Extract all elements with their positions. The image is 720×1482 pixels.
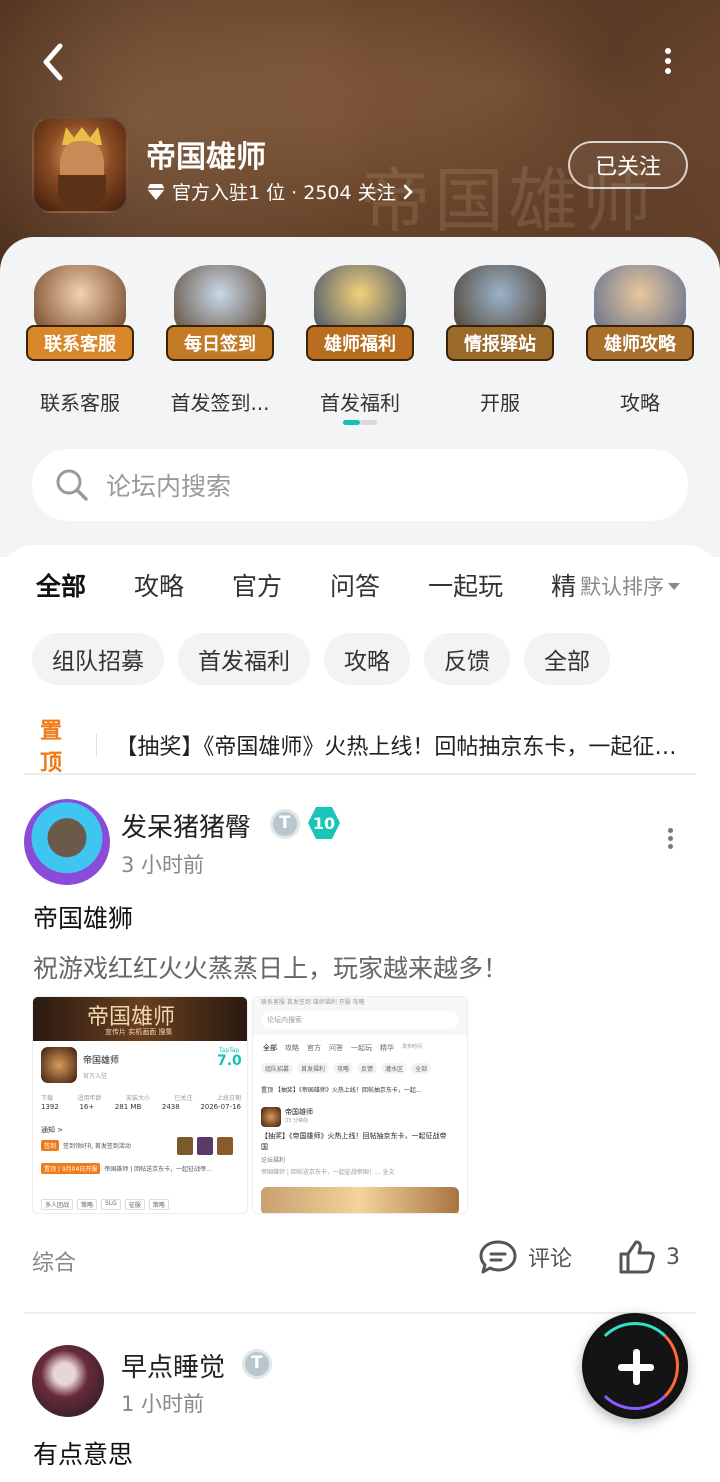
followed-button[interactable]: 已关注 — [568, 141, 688, 189]
chevron-left-icon — [43, 43, 63, 81]
forum-search-input[interactable]: 论坛内搜索 — [32, 449, 688, 521]
game-title: 帝国雄师 — [146, 140, 266, 175]
welfare-gift-icon: 雄师福利 — [304, 259, 416, 371]
thumbs-up-icon — [619, 1240, 655, 1274]
shortcut-panel: 联系客服 联系客服 每日签到 首发签到... 雄师福利 首发福利 情报驿站 开服 — [0, 237, 720, 557]
like-count: 3 — [666, 1244, 680, 1270]
divider — [95, 734, 98, 756]
chip-launch-welfare[interactable]: 首发福利 — [178, 633, 310, 685]
comment-label: 评论 — [528, 1247, 573, 1272]
shortcut-row: 联系客服 联系客服 每日签到 首发签到... 雄师福利 首发福利 情报驿站 开服 — [10, 259, 710, 416]
chevron-right-icon — [403, 184, 413, 199]
divider — [24, 773, 696, 775]
image-official: 官方入驻 — [83, 1073, 108, 1080]
sort-dropdown[interactable]: 默认排序 — [580, 571, 680, 601]
post-username[interactable]: 早点睡觉 — [121, 1347, 225, 1384]
shortcut-strategy[interactable]: 雄师攻略 攻略 — [570, 259, 710, 416]
shortcut-server-open[interactable]: 情报驿站 开服 — [430, 259, 570, 416]
level-badge: 10 — [308, 807, 340, 839]
shortcut-page-indicator — [343, 420, 377, 425]
chip-team-recruit[interactable]: 组队招募 — [32, 633, 164, 685]
search-placeholder: 论坛内搜索 — [106, 472, 232, 501]
game-icon[interactable] — [32, 117, 128, 213]
image-score: 7.0 — [217, 1053, 242, 1069]
post-title[interactable]: 有点意思 — [33, 1435, 133, 1471]
tab-strategy[interactable]: 攻略 — [134, 567, 184, 617]
strategy-guide-icon: 雄师攻略 — [584, 259, 696, 371]
image-game-name: 帝国雄师 — [83, 1056, 120, 1066]
post-image-2[interactable]: 联系客服 首发签到 雄师福利 开服 攻略 论坛内搜索 全部 攻略 官方 问答 一… — [252, 996, 468, 1214]
topic-chips: 组队招募 首发福利 攻略 反馈 全部 — [32, 633, 610, 685]
back-button[interactable] — [34, 40, 74, 84]
more-options-button[interactable] — [656, 44, 680, 84]
shortcut-customer-service[interactable]: 联系客服 联系客服 — [10, 259, 150, 416]
post-category[interactable]: 综合 — [32, 1245, 76, 1277]
shortcut-label: 开服 — [480, 391, 520, 415]
like-button[interactable]: 3 — [618, 1239, 680, 1275]
diamond-icon — [147, 183, 165, 200]
caret-down-icon — [668, 582, 680, 590]
shortcut-label: 攻略 — [620, 391, 660, 415]
post-time: 1 小时前 — [121, 1392, 205, 1416]
post-time: 3 小时前 — [121, 853, 205, 877]
daily-checkin-icon: 每日签到 — [164, 259, 276, 371]
forum-tabs: 全部 攻略 官方 问答 一起玩 精 — [36, 567, 576, 617]
customer-service-icon: 联系客服 — [24, 259, 136, 371]
tab-official[interactable]: 官方 — [232, 567, 282, 617]
chip-all[interactable]: 全部 — [524, 633, 610, 685]
game-follow-meta[interactable]: 官方入驻1 位 · 2504 关注 — [146, 178, 414, 205]
tab-play-together[interactable]: 一起玩 — [428, 567, 503, 617]
post-more-button[interactable] — [665, 825, 675, 853]
avatar[interactable] — [32, 1345, 104, 1417]
shortcut-daily-checkin[interactable]: 每日签到 首发签到... — [150, 259, 290, 416]
intel-station-icon: 情报驿站 — [444, 259, 556, 371]
shortcut-label: 首发签到... — [170, 391, 270, 415]
post-title[interactable]: 帝国雄狮 — [33, 899, 133, 935]
post-username[interactable]: 发呆猪猪臀 — [121, 807, 251, 844]
tab-qa[interactable]: 问答 — [330, 567, 380, 617]
tab-all[interactable]: 全部 — [36, 567, 86, 617]
pinned-tag: 置顶 — [40, 719, 63, 776]
image-notice: 通知 > — [41, 1126, 64, 1134]
taptap-badge-icon — [242, 1349, 272, 1379]
search-icon — [56, 469, 88, 501]
chip-strategy[interactable]: 攻略 — [324, 633, 410, 685]
sort-label: 默认排序 — [580, 575, 664, 599]
create-post-button[interactable] — [582, 1313, 688, 1419]
image-subtabs: 宣传片 实机画面 搜集 — [105, 1028, 173, 1036]
divider — [24, 1312, 696, 1314]
tab-featured[interactable]: 精 — [551, 567, 576, 617]
shortcut-label: 首发福利 — [320, 391, 400, 415]
post-body[interactable]: 祝游戏红红火火蒸蒸日上，玩家越来越多！ — [33, 949, 508, 985]
follow-meta-text: 官方入驻1 位 · 2504 关注 — [172, 182, 396, 204]
post-image-1[interactable]: 帝国雄师 宣传片 实机画面 搜集 帝国雄师 官方入驻 TapTap 7.0 下载… — [32, 996, 248, 1214]
taptap-badge-icon — [270, 809, 300, 839]
shortcut-label: 联系客服 — [40, 391, 120, 415]
pinned-title: 【抽奖】《帝国雄师》火热上线！回帖抽京东卡，一起征战帝国！ — [115, 735, 680, 760]
avatar[interactable] — [24, 799, 110, 885]
shortcut-welfare[interactable]: 雄师福利 首发福利 — [290, 259, 430, 416]
comment-icon — [479, 1240, 517, 1274]
chip-feedback[interactable]: 反馈 — [424, 633, 510, 685]
pinned-post[interactable]: 置顶 【抽奖】《帝国雄师》火热上线！回帖抽京东卡，一起征战帝国！ — [40, 713, 680, 777]
comment-button[interactable]: 评论 — [478, 1239, 572, 1275]
